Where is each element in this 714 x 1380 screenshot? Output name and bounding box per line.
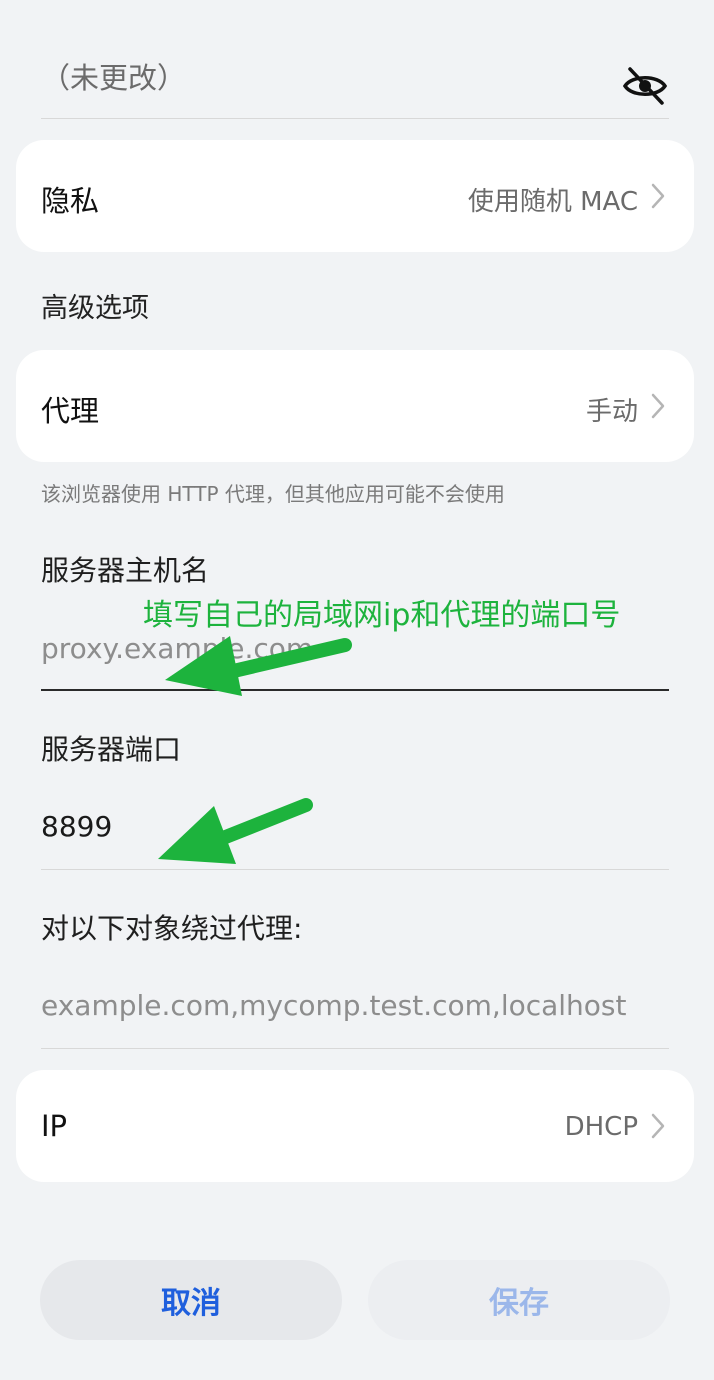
arrow-to-port [158,798,313,864]
bypass-label: 对以下对象绕过代理: [41,912,303,945]
save-button[interactable]: 保存 [368,1260,670,1340]
privacy-label: 隐私 [41,184,100,218]
hostname-label: 服务器主机名 [41,554,210,587]
privacy-row[interactable]: 隐私 使用随机 MAC [16,140,694,252]
ip-value: DHCP [564,1112,638,1142]
proxy-hint: 该浏览器使用 HTTP 代理，但其他应用可能不会使用 [41,482,505,506]
bypass-underline [41,1048,669,1049]
advanced-options-title: 高级选项 [41,293,149,324]
ip-row[interactable]: IP DHCP [16,1070,694,1182]
port-input[interactable]: 8899 [41,810,112,843]
password-underline [41,118,669,119]
cancel-button[interactable]: 取消 [40,1260,342,1340]
port-underline [41,869,669,870]
hostname-underline [41,689,669,691]
hostname-input[interactable]: proxy.example.com [41,632,313,665]
privacy-value: 使用随机 MAC [467,187,638,217]
proxy-row[interactable]: 代理 手动 [16,350,694,462]
bypass-input[interactable]: example.com,mycomp.test.com,localhost [41,989,627,1022]
password-value[interactable]: （未更改） [41,55,186,97]
proxy-value: 手动 [585,397,638,427]
chevron-right-icon [651,183,665,209]
port-label: 服务器端口 [41,733,182,766]
chevron-right-icon [651,1113,665,1139]
chevron-right-icon [651,393,665,419]
proxy-label: 代理 [41,394,100,428]
eye-off-icon[interactable] [622,65,668,107]
annotation-text: 填写自己的局域网ip和代理的端口号 [143,598,621,633]
ip-label: IP [41,1109,68,1143]
